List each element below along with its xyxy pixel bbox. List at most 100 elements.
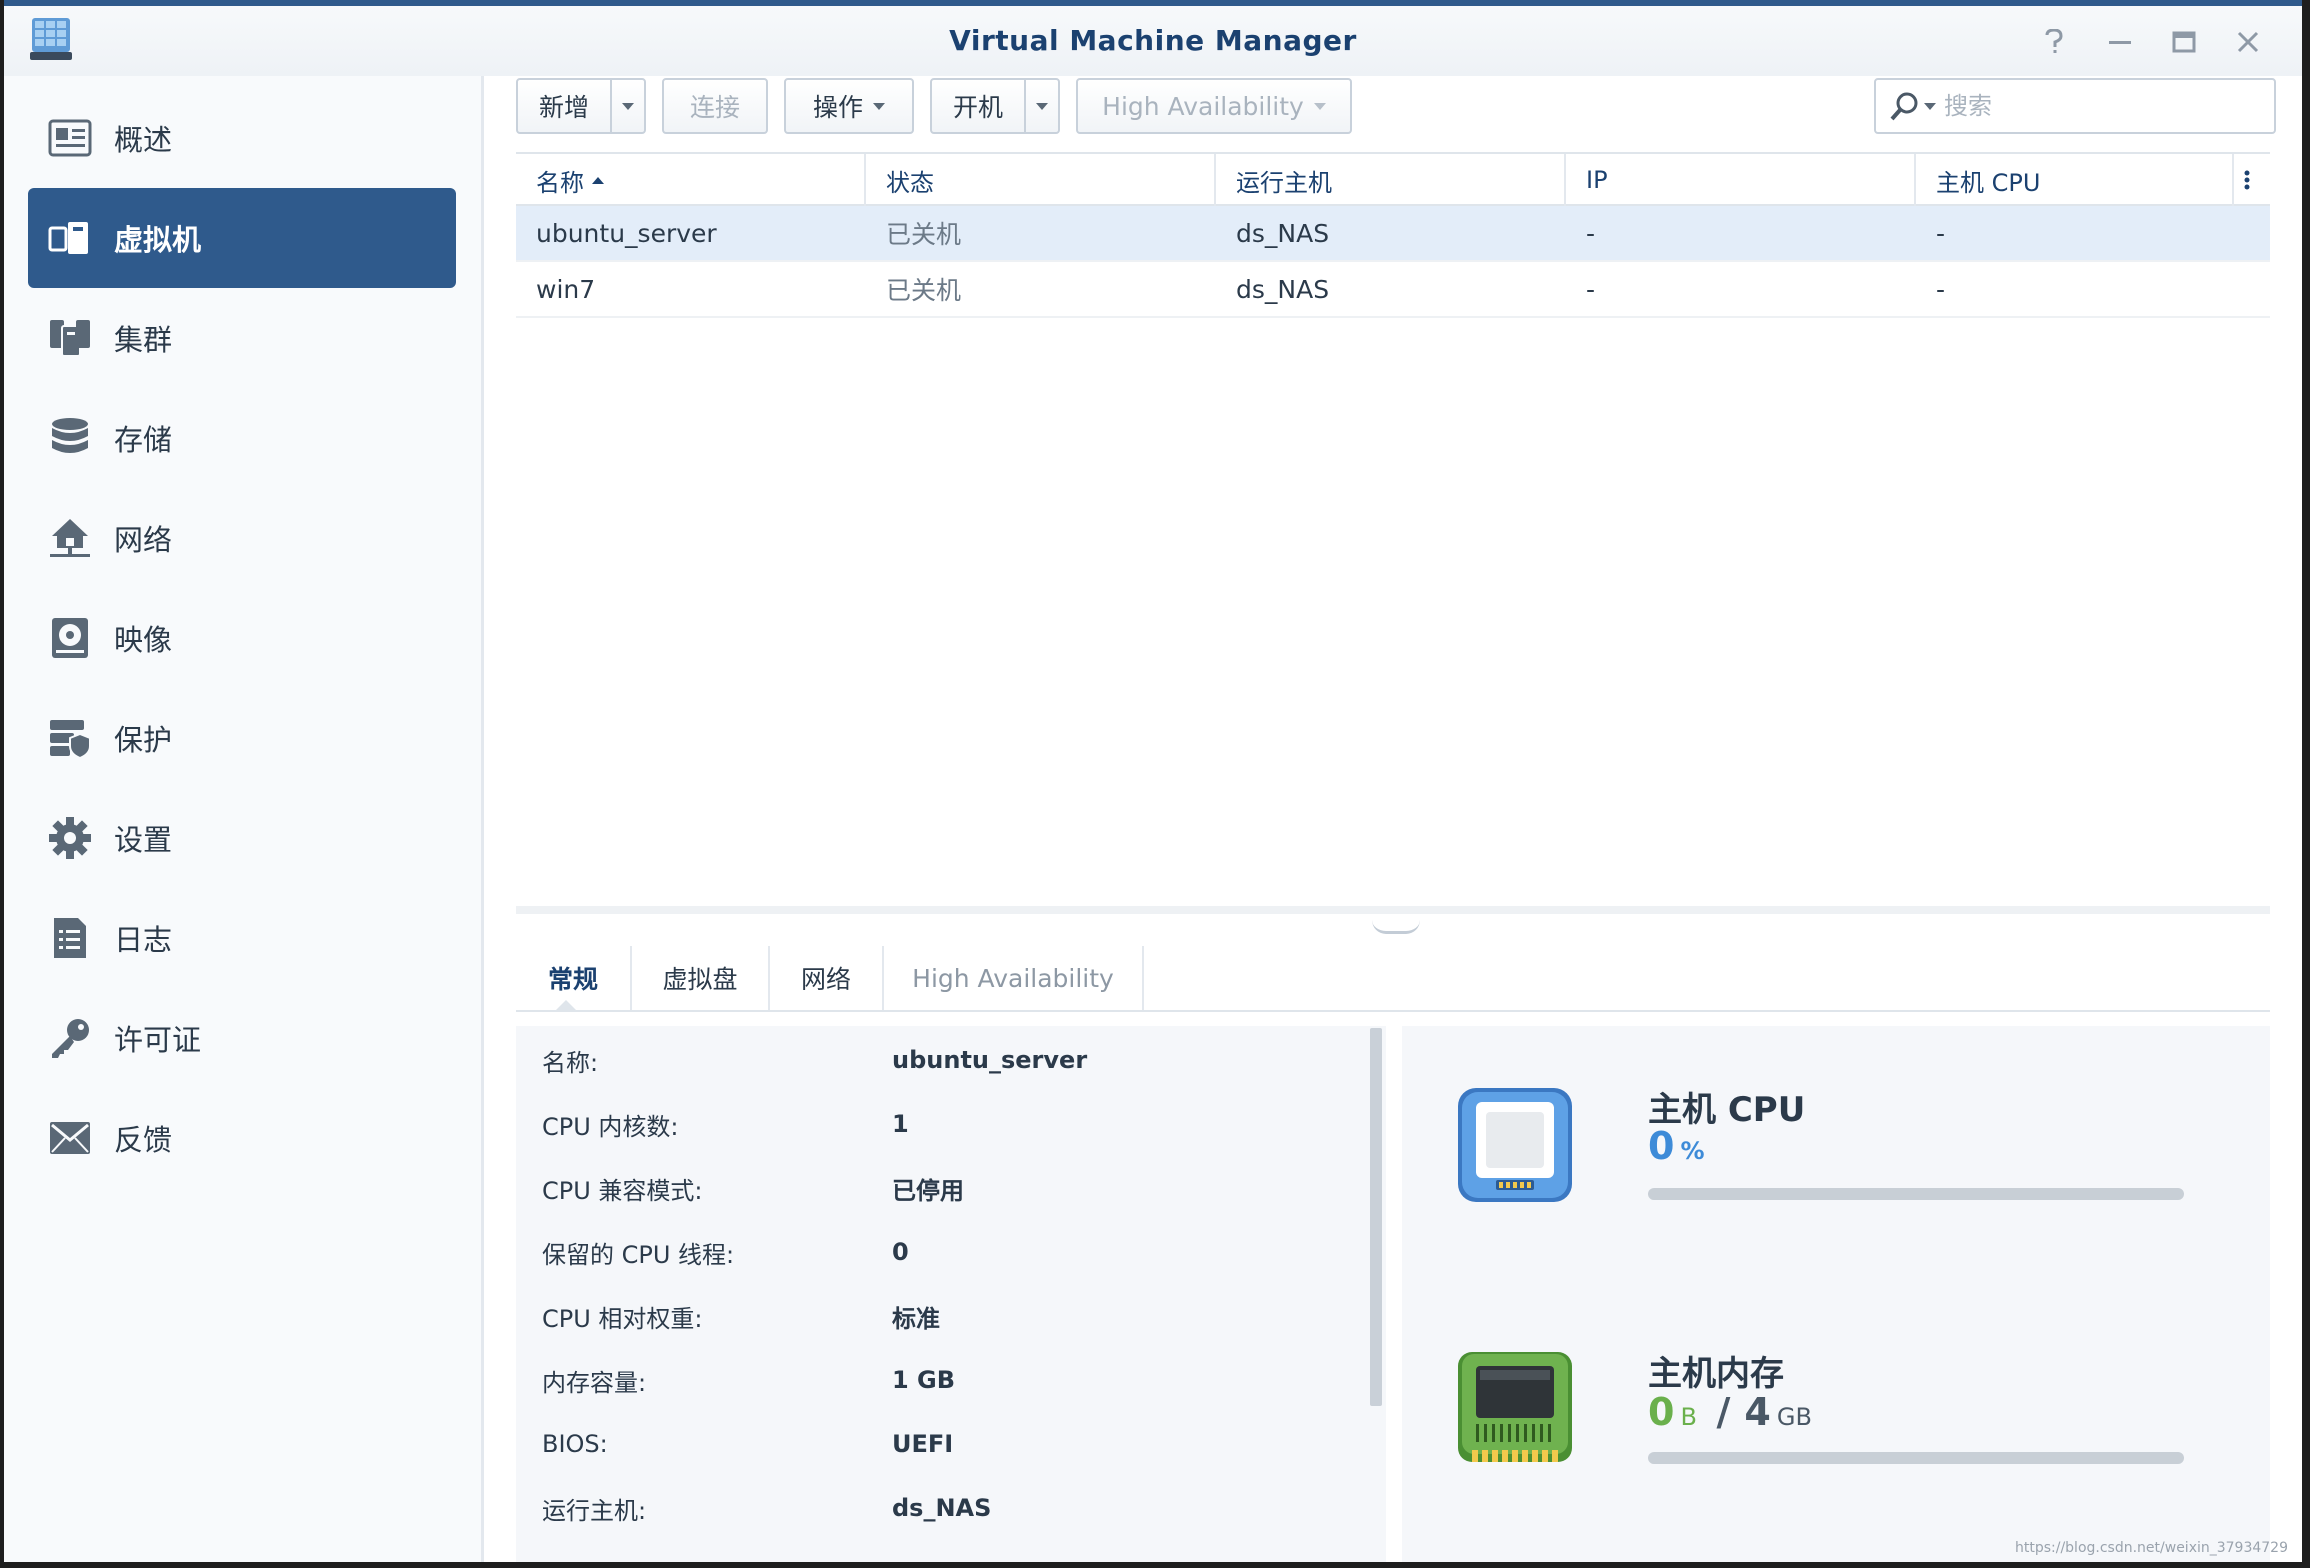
create-button[interactable]: 新增 (516, 78, 612, 134)
properties-scrollbar[interactable] (1370, 1028, 1382, 1406)
power-on-button[interactable]: 开机 (930, 78, 1026, 134)
sidebar-item-label: 集群 (114, 323, 173, 357)
cell-host: ds_NAS (1236, 218, 1330, 248)
sidebar-item-label: 虚拟机 (114, 223, 202, 257)
cell-status: 已关机 (886, 220, 962, 249)
chevron-down-icon (622, 102, 634, 110)
cell-status: 已关机 (886, 276, 962, 305)
license-icon (46, 1014, 94, 1062)
table-header: 名称 状态 运行主机 IP 主机 CPU (516, 152, 2270, 206)
close-icon[interactable] (2228, 22, 2268, 62)
table-row[interactable]: win7 已关机 ds_NAS - - (516, 262, 2270, 318)
help-icon[interactable] (2034, 22, 2074, 62)
tab-high-availability[interactable]: High Availability (884, 946, 1144, 1010)
create-button-label: 新增 (538, 93, 589, 122)
search-icon[interactable] (1890, 91, 1936, 121)
column-menu-icon[interactable] (2234, 154, 2270, 206)
property-row: 名称: ubuntu_server (542, 1040, 1362, 1080)
property-row: 运行主机: ds_NAS (542, 1488, 1362, 1528)
property-row: CPU 相对权重: 标准 (542, 1296, 1362, 1336)
search-input[interactable] (1944, 92, 2244, 120)
property-value: 1 (892, 1110, 909, 1138)
action-button[interactable]: 操作 (784, 78, 914, 134)
general-properties-panel: 名称: ubuntu_server CPU 内核数: 1 CPU 兼容模式: 已… (516, 1026, 1386, 1562)
memory-used-unit: B (1680, 1403, 1697, 1431)
search-box[interactable] (1874, 78, 2276, 134)
connect-button[interactable]: 连接 (662, 78, 768, 134)
cell-ip: - (1586, 218, 1596, 248)
property-key: CPU 内核数: (542, 1112, 679, 1141)
column-header-ip[interactable]: IP (1566, 154, 1916, 206)
cpu-chip-icon (1452, 1082, 1578, 1208)
sidebar-item-overview[interactable]: 概述 (28, 88, 456, 188)
table-row[interactable]: ubuntu_server 已关机 ds_NAS - - (516, 206, 2270, 262)
sidebar-item-license[interactable]: 许可证 (28, 988, 456, 1088)
sidebar-item-label: 保护 (114, 723, 173, 757)
property-key: 名称: (542, 1048, 599, 1077)
property-value: ubuntu_server (892, 1046, 1088, 1074)
tab-network[interactable]: 网络 (770, 946, 884, 1010)
property-row: CPU 内核数: 1 (542, 1104, 1362, 1144)
image-icon (46, 614, 94, 662)
cell-name: ubuntu_server (536, 218, 717, 248)
settings-icon (46, 814, 94, 862)
sidebar-item-label: 映像 (114, 623, 173, 657)
column-header-status[interactable]: 状态 (866, 154, 1216, 206)
watermark-text: https://blog.csdn.net/weixin_37934729 (2014, 1540, 2288, 1556)
property-value: UEFI (892, 1430, 954, 1458)
sidebar-item-storage[interactable]: 存储 (28, 388, 456, 488)
cell-host: ds_NAS (1236, 274, 1330, 304)
sidebar-item-log[interactable]: 日志 (28, 888, 456, 988)
host-memory-value: 0B / 4 GB (1648, 1390, 1812, 1434)
column-header-label: 名称 (536, 168, 584, 197)
sidebar-item-settings[interactable]: 设置 (28, 788, 456, 888)
chevron-down-icon (1313, 102, 1326, 110)
sidebar-item-label: 日志 (114, 923, 173, 957)
property-value: ds_NAS (892, 1494, 992, 1522)
connect-button-label: 连接 (689, 93, 740, 122)
property-key: 保留的 CPU 线程: (542, 1240, 735, 1269)
sidebar-item-label: 许可证 (114, 1023, 202, 1057)
memory-used-number: 0 (1648, 1390, 1675, 1434)
high-availability-button-label: High Availability (1102, 91, 1304, 121)
sidebar: 概述 虚拟机 集群 存储 网络 映像 保护 设置 日志 许可证 反馈 (4, 76, 484, 1562)
property-key: 内存容量: (542, 1368, 647, 1397)
column-header-label: 运行主机 (1236, 168, 1332, 197)
column-header-name[interactable]: 名称 (516, 154, 866, 206)
sidebar-item-feedback[interactable]: 反馈 (28, 1088, 456, 1188)
high-availability-button[interactable]: High Availability (1076, 78, 1352, 134)
column-header-host-cpu[interactable]: 主机 CPU (1916, 154, 2234, 206)
sidebar-item-virtual-machine[interactable]: 虚拟机 (28, 188, 456, 288)
panel-splitter[interactable] (516, 906, 2270, 914)
create-dropdown-button[interactable] (610, 78, 646, 134)
host-memory-title: 主机内存 (1648, 1354, 1784, 1394)
property-value: 0 (892, 1238, 909, 1266)
cell-host-cpu: - (1936, 218, 1946, 248)
sidebar-item-cluster[interactable]: 集群 (28, 288, 456, 388)
overview-icon (46, 114, 94, 162)
property-row: CPU 兼容模式: 已停用 (542, 1168, 1362, 1208)
active-tab-indicator (554, 1000, 578, 1012)
sidebar-item-label: 概述 (114, 123, 173, 157)
column-header-host[interactable]: 运行主机 (1216, 154, 1566, 206)
sidebar-item-protection[interactable]: 保护 (28, 688, 456, 788)
tab-label: 网络 (800, 965, 851, 994)
splitter-handle-icon[interactable] (1372, 920, 1420, 934)
storage-icon (46, 414, 94, 462)
sidebar-item-network[interactable]: 网络 (28, 488, 456, 588)
cell-ip: - (1586, 274, 1596, 304)
protection-icon (46, 714, 94, 762)
memory-total-number: 4 (1744, 1390, 1771, 1434)
host-cpu-number: 0 (1648, 1124, 1675, 1168)
memory-module-icon (1452, 1344, 1578, 1470)
sidebar-item-image[interactable]: 映像 (28, 588, 456, 688)
memory-total-unit: GB (1776, 1403, 1812, 1431)
host-cpu-unit: % (1680, 1137, 1705, 1165)
minimize-icon[interactable] (2100, 22, 2140, 62)
sidebar-item-label: 网络 (114, 523, 173, 557)
property-key: CPU 相对权重: (542, 1304, 703, 1333)
power-dropdown-button[interactable] (1024, 78, 1060, 134)
network-icon (46, 514, 94, 562)
maximize-icon[interactable] (2164, 22, 2204, 62)
tab-virtual-disk[interactable]: 虚拟盘 (632, 946, 770, 1010)
